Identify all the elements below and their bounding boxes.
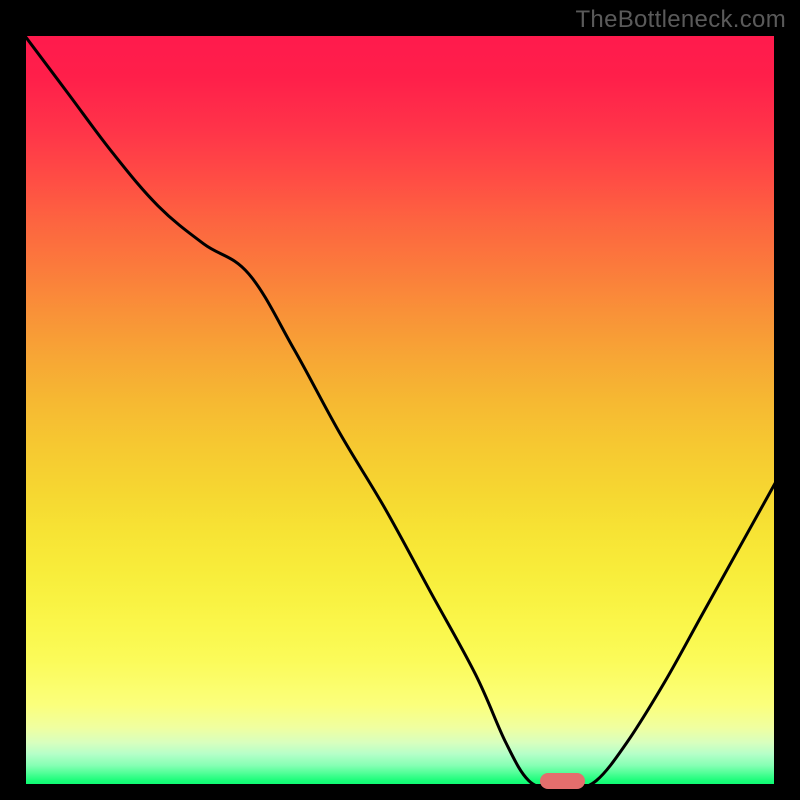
plot-frame-svg [22, 32, 778, 788]
valley-marker [540, 773, 585, 789]
bottleneck-curve-line [22, 32, 778, 788]
chart-container: TheBottleneck.com [0, 0, 800, 800]
watermark-text: TheBottleneck.com [575, 6, 786, 34]
plot-border [23, 33, 777, 787]
